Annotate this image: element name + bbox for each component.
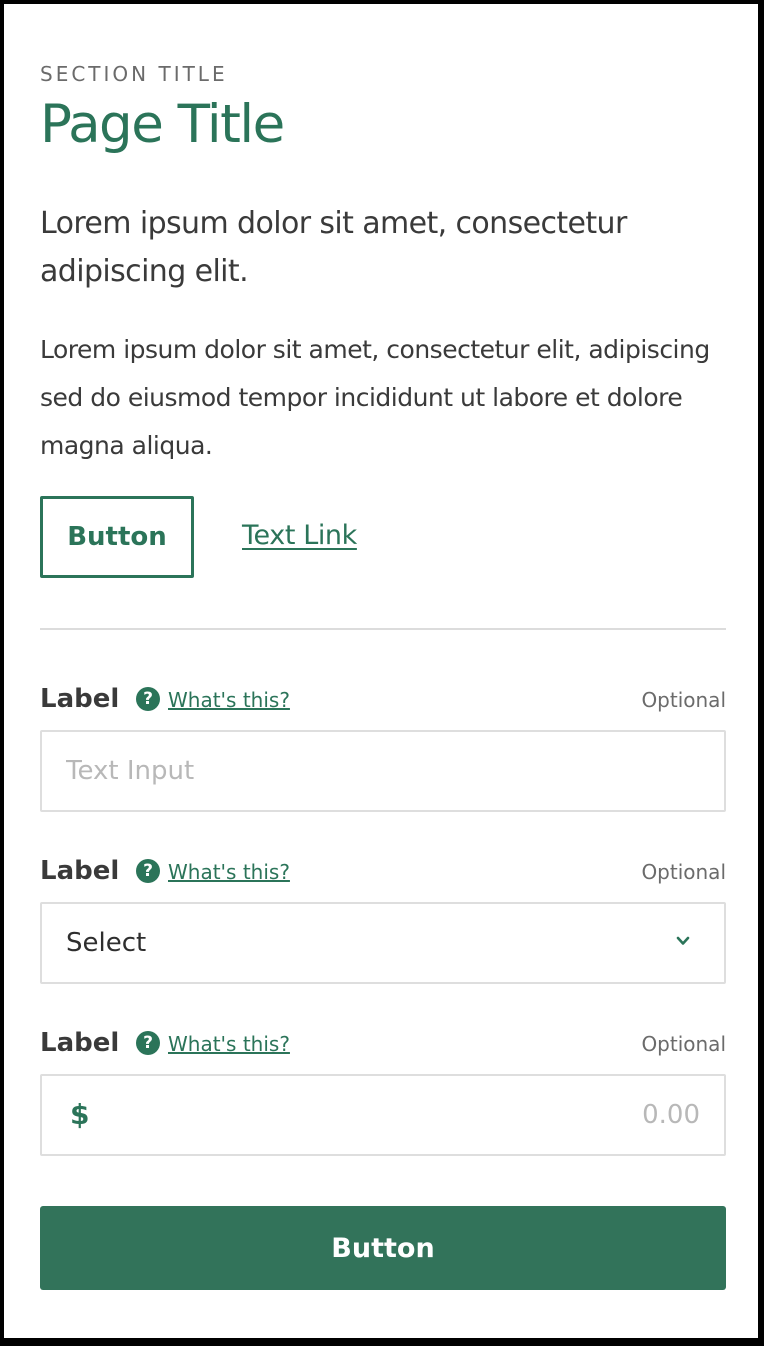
primary-button[interactable]: Button xyxy=(40,1206,726,1290)
body-paragraph: Lorem ipsum dolor sit amet, consectetur … xyxy=(40,335,710,460)
whats-this-link[interactable]: What's this? xyxy=(168,1031,290,1057)
field-label: Label xyxy=(40,684,120,714)
currency-field-header: Label ? What's this? Optional xyxy=(40,1028,726,1058)
field-label: Label xyxy=(40,856,120,886)
text-input[interactable] xyxy=(42,732,724,810)
text-input-container xyxy=(40,730,726,812)
chevron-down-icon xyxy=(676,936,690,945)
lede-paragraph: Lorem ipsum dolor sit amet, consectetur … xyxy=(40,206,627,289)
whats-this-link[interactable]: What's this? xyxy=(168,859,290,885)
page-title: Page Title xyxy=(40,94,285,155)
select-field-header: Label ? What's this? Optional xyxy=(40,856,726,886)
screen-frame: SECTION TITLE Page Title Lorem ipsum dol… xyxy=(4,4,758,1338)
text-field-header: Label ? What's this? Optional xyxy=(40,684,726,714)
currency-input-container: $ xyxy=(40,1074,726,1156)
question-circle-icon[interactable]: ? xyxy=(136,859,160,883)
question-circle-icon[interactable]: ? xyxy=(136,687,160,711)
optional-indicator: Optional xyxy=(641,1032,726,1056)
whats-this-link[interactable]: What's this? xyxy=(168,687,290,713)
outline-button[interactable]: Button xyxy=(40,496,194,578)
select-value: Select xyxy=(66,928,147,958)
divider xyxy=(40,628,726,630)
field-label: Label xyxy=(40,1028,120,1058)
optional-indicator: Optional xyxy=(641,688,726,712)
section-title: SECTION TITLE xyxy=(40,62,228,86)
text-link[interactable]: Text Link xyxy=(242,520,357,551)
optional-indicator: Optional xyxy=(641,860,726,884)
question-circle-icon[interactable]: ? xyxy=(136,1031,160,1055)
currency-input[interactable] xyxy=(42,1076,724,1154)
dollar-sign-icon: $ xyxy=(70,1098,90,1131)
select-dropdown[interactable]: Select xyxy=(40,902,726,984)
